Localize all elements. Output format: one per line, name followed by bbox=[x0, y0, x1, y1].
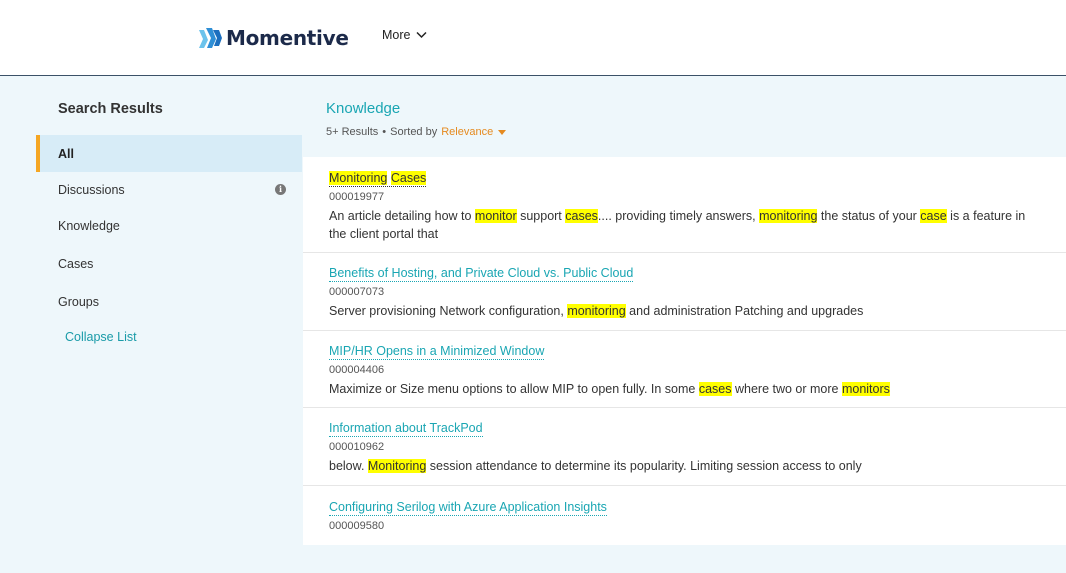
sidebar-item-label: All bbox=[58, 146, 74, 161]
result-snippet: Server provisioning Network configuratio… bbox=[329, 304, 864, 318]
result-number: 000009580 bbox=[329, 520, 385, 532]
result-item: Configuring Serilog with Azure Applicati… bbox=[303, 486, 1066, 545]
sidebar-item-label: Discussions bbox=[58, 182, 125, 197]
results-list: Monitoring Cases 000019977 An article de… bbox=[303, 157, 1066, 545]
result-snippet: below. Monitoring session attendance to … bbox=[329, 459, 862, 473]
result-item: MIP/HR Opens in a Minimized Window 00000… bbox=[303, 331, 1066, 408]
logo-text: Momentive bbox=[226, 26, 349, 50]
highlight: case bbox=[920, 209, 947, 223]
highlight: monitoring bbox=[567, 304, 626, 318]
results-count: 5+ Results bbox=[326, 126, 379, 138]
momentive-logo[interactable]: Momentive bbox=[198, 24, 349, 52]
collapse-list-link[interactable]: Collapse List bbox=[65, 330, 137, 344]
sidebar-title: Search Results bbox=[58, 101, 163, 117]
highlight: cases bbox=[698, 382, 732, 396]
result-title-link[interactable]: MIP/HR Opens in a Minimized Window bbox=[329, 344, 545, 360]
sidebar-item-groups[interactable]: Groups bbox=[36, 283, 302, 320]
sorted-by-label: Sorted by bbox=[390, 126, 438, 138]
section-title: Knowledge bbox=[326, 100, 401, 117]
sidebar-item-knowledge[interactable]: Knowledge bbox=[36, 207, 302, 244]
result-snippet: Maximize or Size menu options to allow M… bbox=[329, 382, 890, 396]
meta-separator: • bbox=[382, 126, 387, 138]
result-item: Information about TrackPod 000010962 bel… bbox=[303, 408, 1066, 486]
top-header: Momentive More bbox=[0, 0, 1066, 76]
highlight: Monitoring bbox=[367, 459, 427, 473]
result-number: 000004406 bbox=[329, 364, 385, 376]
more-label: More bbox=[382, 28, 411, 42]
results-meta: 5+ Results • Sorted by Relevance bbox=[326, 126, 507, 138]
result-number: 000010962 bbox=[329, 441, 385, 453]
result-title-link[interactable]: Information about TrackPod bbox=[329, 421, 483, 437]
momentive-logo-icon bbox=[199, 28, 222, 48]
sidebar-item-discussions[interactable]: Discussions i bbox=[36, 171, 302, 208]
results-header: Knowledge 5+ Results • Sorted by Relevan… bbox=[326, 100, 507, 138]
result-item: Benefits of Hosting, and Private Cloud v… bbox=[303, 253, 1066, 331]
highlight: cases bbox=[565, 209, 598, 223]
result-title-link[interactable]: Benefits of Hosting, and Private Cloud v… bbox=[329, 266, 634, 282]
result-snippet: An article detailing how to monitor supp… bbox=[329, 209, 1026, 241]
more-menu[interactable]: More bbox=[382, 28, 428, 42]
highlight: Cases bbox=[390, 171, 427, 185]
result-item: Monitoring Cases 000019977 An article de… bbox=[303, 157, 1066, 253]
sort-dropdown[interactable]: Relevance bbox=[441, 126, 507, 138]
result-title-link[interactable]: Configuring Serilog with Azure Applicati… bbox=[329, 500, 607, 516]
sort-value: Relevance bbox=[441, 126, 494, 138]
caret-down-icon bbox=[498, 130, 507, 135]
highlight: Monitoring bbox=[329, 171, 388, 185]
sidebar-item-label: Knowledge bbox=[58, 218, 120, 233]
info-icon[interactable]: i bbox=[275, 184, 286, 195]
sidebar-item-all[interactable]: All bbox=[36, 135, 302, 172]
sidebar-item-cases[interactable]: Cases bbox=[36, 245, 302, 282]
highlight: monitors bbox=[841, 382, 890, 396]
highlight: monitoring bbox=[759, 209, 818, 223]
result-number: 000007073 bbox=[329, 286, 385, 298]
sidebar-item-label: Cases bbox=[58, 256, 94, 271]
sidebar-item-label: Groups bbox=[58, 294, 99, 309]
chevron-down-icon bbox=[416, 31, 428, 39]
highlight: monitor bbox=[474, 209, 517, 223]
result-title-link[interactable]: Monitoring Cases bbox=[329, 171, 427, 187]
result-number: 000019977 bbox=[329, 191, 385, 203]
